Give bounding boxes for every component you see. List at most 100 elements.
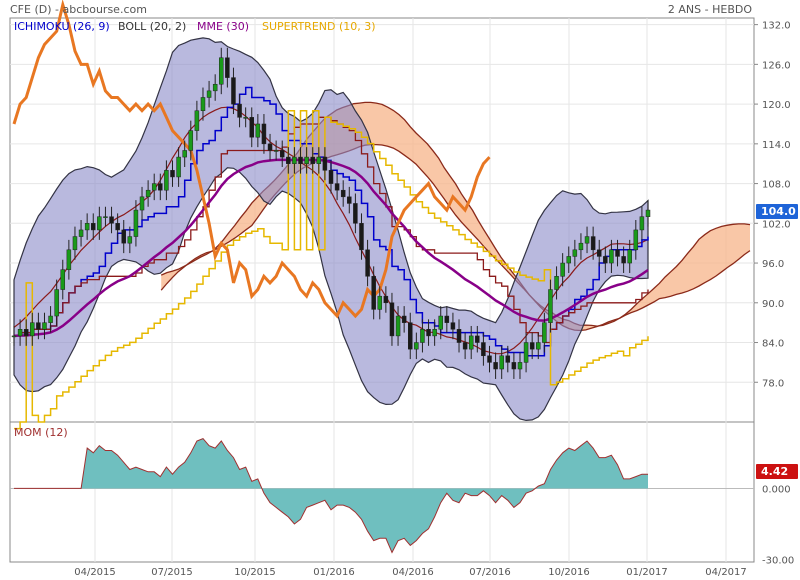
candle [334,183,340,191]
candle [60,269,66,290]
candle [176,156,181,178]
x-tick-label: 04/2017 [705,567,747,578]
candle [487,355,492,363]
candle [432,329,437,337]
candle [596,249,602,257]
candle [30,322,35,337]
candle [145,189,151,198]
candle [194,110,200,131]
candle [389,302,395,337]
candle [17,329,23,337]
candle [66,249,72,270]
candle [408,322,413,350]
candle [523,342,529,363]
candle [225,57,230,78]
candle [377,295,383,310]
candle [255,123,261,138]
candle [493,362,498,370]
price-tick-label: 120.0 [762,100,791,111]
candle [444,315,450,323]
candle [347,196,352,204]
candle [36,322,41,330]
candle [328,170,334,184]
candle [584,236,590,244]
price-tick-label: 90.0 [762,299,784,310]
candle [231,77,236,105]
momentum-tick-label: -30.00 [762,556,794,567]
last-momentum-value: 4.42 [761,465,788,478]
legend-ichimoku: ICHIMOKU (26, 9) [14,20,110,33]
candle [468,335,474,350]
price-tick-label: 102.0 [762,219,791,230]
candle [645,209,651,217]
x-tick-label: 10/2015 [234,567,276,578]
candle [292,156,297,164]
candle [603,256,608,264]
candle [420,329,425,343]
candle [462,342,468,350]
candle [298,156,303,164]
candle [243,117,248,119]
candle [310,156,315,164]
candle [200,97,206,111]
candle [529,342,535,350]
candle [133,209,139,237]
candle [426,329,431,337]
candle [219,57,224,85]
candle [590,236,596,251]
candle [54,289,59,317]
x-tick-label: 01/2016 [313,567,355,578]
candle [322,156,328,171]
candle [365,249,370,277]
candle [42,322,47,330]
candle [103,216,108,218]
legend-ema: MME (30) [197,20,249,33]
candle [139,196,145,211]
momentum-axis: 0.000 -30.00 [762,484,794,566]
candle [249,117,254,138]
candle [627,249,632,264]
candle [371,276,376,310]
candle [72,236,78,251]
x-tick-label: 04/2016 [392,567,434,578]
candle [414,342,419,350]
candle [633,229,639,251]
candle [182,150,187,158]
x-tick-label: 07/2015 [151,567,193,578]
candle [212,83,218,92]
candle [517,362,523,370]
candle [353,203,358,224]
candle [383,295,389,304]
legend-supertrend: SUPERTREND (10, 3) [262,20,376,33]
price-tick-label: 108.0 [762,180,791,191]
candle [505,355,511,363]
candle [548,289,553,323]
candle [164,170,169,191]
candle [554,276,559,290]
x-tick-label: 07/2016 [469,567,511,578]
price-tick-label: 78.0 [762,378,784,389]
last-price-value: 104.0 [761,205,796,218]
candle [206,90,212,98]
candle [639,216,645,231]
candle [572,249,578,257]
candle [267,143,273,151]
candle [316,156,322,164]
candle [401,315,407,323]
candle [109,216,114,224]
candle [23,329,29,337]
candle [481,342,486,357]
time-axis: 04/2015 07/2015 10/2015 01/2016 04/2016 07/20… [74,567,747,578]
price-tick-label: 132.0 [762,21,791,32]
candle [511,362,517,370]
candle [578,242,584,251]
candle [121,229,126,244]
candle [151,183,157,191]
candle [97,216,102,231]
candle [395,315,401,337]
candle [286,156,291,164]
candle [78,229,84,237]
candle [560,262,565,277]
candle [566,256,571,264]
x-tick-label: 10/2016 [548,567,590,578]
